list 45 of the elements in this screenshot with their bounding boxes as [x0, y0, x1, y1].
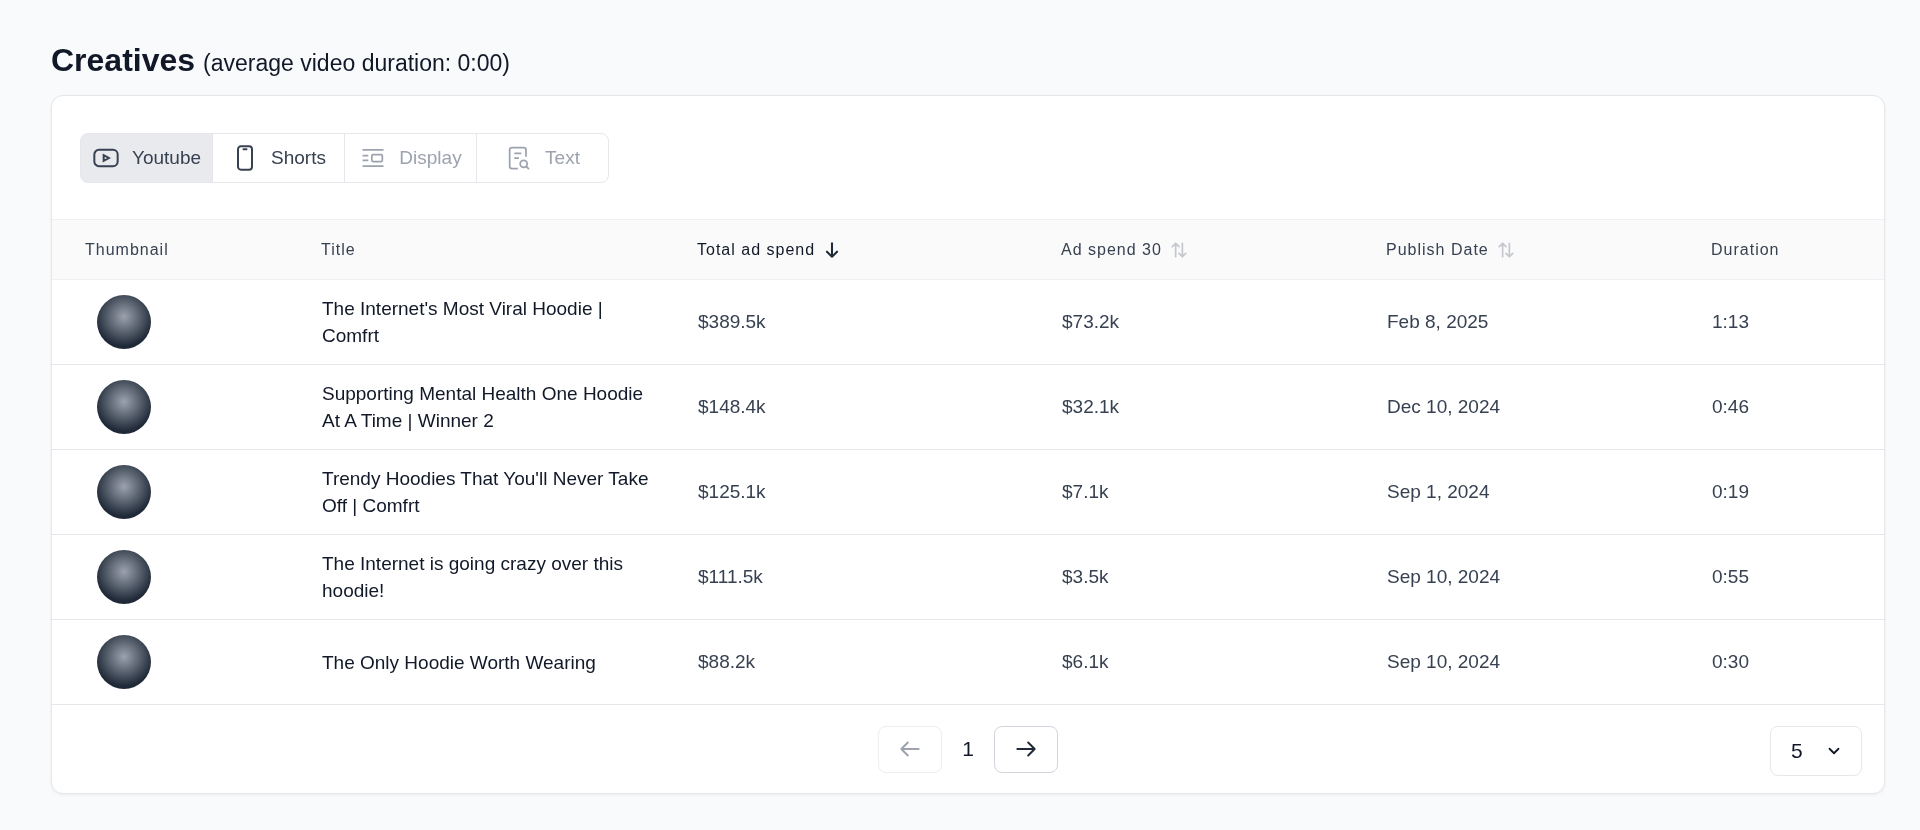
- video-title: Trendy Hoodies That You'll Never Take Off | Comfrt: [322, 467, 650, 518]
- thumbnail-placeholder: [97, 380, 151, 434]
- thumbnail-placeholder: [97, 635, 151, 689]
- section-subtitle: (average video duration: 0:00): [203, 50, 510, 77]
- table-cell: 0:55: [1712, 566, 1749, 588]
- sort-icon[interactable]: [1169, 240, 1188, 259]
- column-header: Ad spend 30: [1061, 240, 1162, 259]
- table-cell: $7.1k: [1062, 481, 1109, 503]
- video-title: The Only Hoodie Worth Wearing: [322, 650, 597, 675]
- table-cell: Sep 1, 2024: [1387, 481, 1490, 503]
- tab[interactable]: Shorts: [212, 133, 345, 183]
- table-cell: 0:46: [1712, 396, 1749, 418]
- table-cell: $88.2k: [698, 651, 756, 673]
- table-cell: $73.2k: [1062, 311, 1120, 333]
- thumbnail-placeholder: [97, 295, 151, 349]
- video-title: The Internet's Most Viral Hoodie | Comfrt: [322, 297, 604, 348]
- table-cell: Feb 8, 2025: [1387, 311, 1489, 333]
- section-title: Creatives: [51, 42, 196, 79]
- table-cell: $389.5k: [698, 311, 766, 333]
- column-header: Total ad spend: [697, 240, 816, 259]
- column-header: Duration: [1711, 240, 1780, 259]
- table-cell: $111.5k: [698, 566, 763, 588]
- column-header: Publish Date: [1386, 240, 1489, 259]
- thumbnail-placeholder: [97, 550, 151, 604]
- thumbnail-placeholder: [97, 465, 151, 519]
- table-cell: 0:30: [1712, 651, 1749, 673]
- video-title: Supporting Mental Health One Hoodie At A Time | Winner 2: [322, 382, 645, 433]
- next-page-button[interactable]: [993, 725, 1058, 773]
- column-header: Title: [321, 240, 356, 259]
- table-cell: 0:19: [1712, 481, 1749, 503]
- table-cell: Sep 10, 2024: [1387, 566, 1501, 588]
- table-cell: $3.5k: [1062, 566, 1109, 588]
- column-header: Thumbnail: [85, 240, 169, 259]
- tab[interactable]: Youtube: [80, 133, 213, 183]
- table-cell: Sep 10, 2024: [1387, 651, 1501, 673]
- table-cell: $6.1k: [1062, 651, 1109, 673]
- video-title: The Internet is going crazy over this hoodie!: [322, 552, 624, 603]
- table-cell: 1:13: [1712, 311, 1749, 333]
- table-cell: $32.1k: [1062, 396, 1120, 418]
- page-number[interactable]: 1: [962, 737, 974, 761]
- table-cell: $125.1k: [698, 481, 766, 503]
- table-cell: $148.4k: [698, 396, 766, 418]
- table-cell: Dec 10, 2024: [1387, 396, 1501, 418]
- sort-icon[interactable]: [1496, 240, 1515, 259]
- page-size-dropdown[interactable]: 5: [1770, 726, 1862, 776]
